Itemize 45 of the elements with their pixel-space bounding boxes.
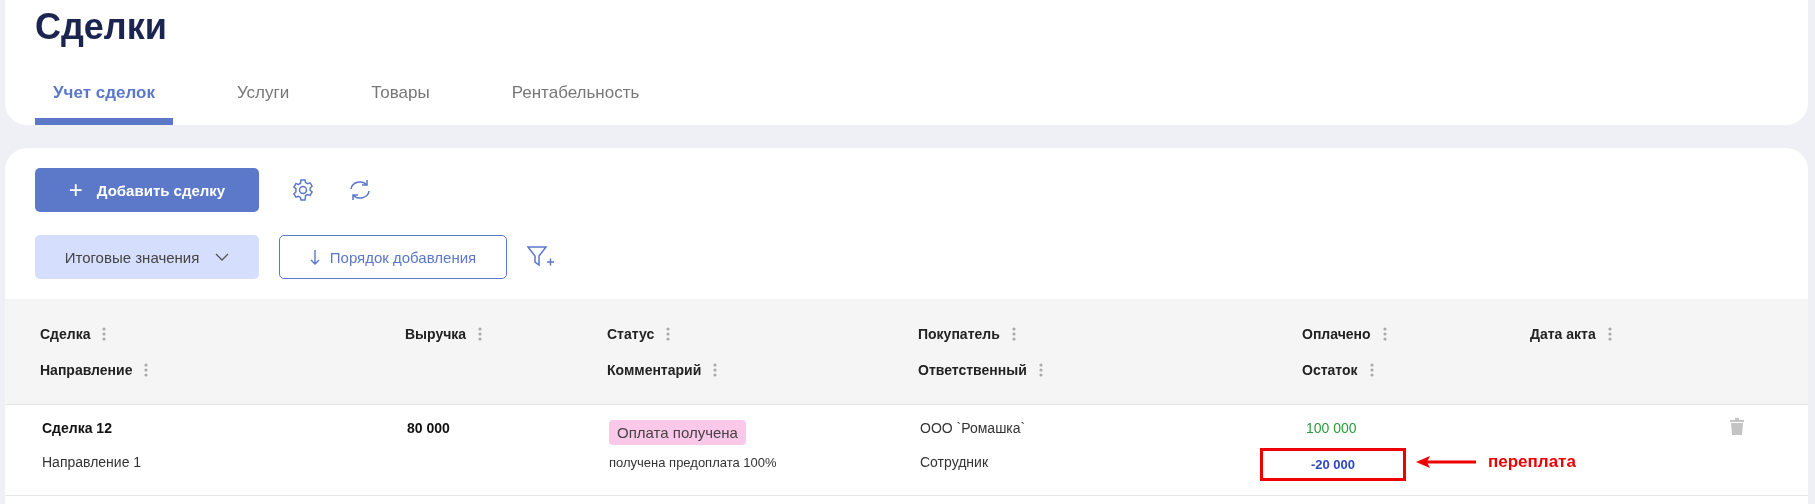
column-menu-icon[interactable] [102, 326, 107, 341]
column-menu-icon[interactable] [1038, 362, 1043, 377]
direction-text: Направление 1 [42, 453, 142, 470]
column-header: Покупатель [918, 325, 1000, 342]
trash-icon[interactable] [1730, 417, 1744, 435]
status-badge: Оплата получена [609, 419, 746, 445]
chevron-down-icon [215, 253, 230, 261]
manager-name: Сотрудник [920, 453, 988, 470]
tab[interactable]: Товары [353, 71, 448, 125]
buyer-name: ООО `Ромашка` [920, 419, 1026, 436]
column-menu-icon[interactable] [1607, 326, 1612, 341]
column-menu-icon[interactable] [1369, 362, 1374, 377]
column-header: Сделка [40, 325, 91, 342]
column-header: Дата акта [1530, 325, 1596, 342]
paid-amount: 100 000 [1306, 419, 1357, 436]
column-header: Остаток [1302, 361, 1358, 378]
column-menu-icon[interactable] [1011, 326, 1016, 341]
refresh-icon[interactable] [347, 178, 373, 202]
column-header: Выручка [405, 325, 467, 342]
tab[interactable]: Услуги [218, 71, 308, 125]
column-header: Оплачено [1302, 325, 1371, 342]
deal-name: Сделка 12 [42, 419, 112, 436]
column-header: Направление [40, 361, 133, 378]
add-filter-icon[interactable] [527, 245, 555, 269]
tab[interactable]: Учет сделок [35, 71, 173, 125]
column-header: Ответственный [918, 361, 1027, 378]
comment-text: получена предоплата 100% [609, 454, 777, 470]
add-deal-button[interactable]: + Добавить сделку [35, 168, 259, 212]
page-title: Сделки [35, 5, 168, 49]
sort-button[interactable]: Порядок добавления [279, 235, 507, 279]
annotation-label: переплата [1488, 451, 1576, 472]
arrow-down-icon [309, 249, 320, 265]
tab[interactable]: Рентабельность [493, 71, 658, 125]
totals-dropdown[interactable]: Итоговые значения [35, 235, 259, 279]
column-menu-icon[interactable] [478, 326, 483, 341]
annotation-arrow [1416, 454, 1478, 469]
column-header: Комментарий [607, 361, 702, 378]
revenue-value: 80 000 [407, 419, 450, 436]
column-header: Статус [607, 325, 655, 342]
settings-icon[interactable] [291, 178, 315, 202]
column-menu-icon[interactable] [713, 362, 718, 377]
column-menu-icon[interactable] [1382, 326, 1387, 341]
remainder-amount: -20 000 [1260, 447, 1406, 481]
column-menu-icon[interactable] [144, 362, 149, 377]
column-menu-icon[interactable] [666, 326, 671, 341]
